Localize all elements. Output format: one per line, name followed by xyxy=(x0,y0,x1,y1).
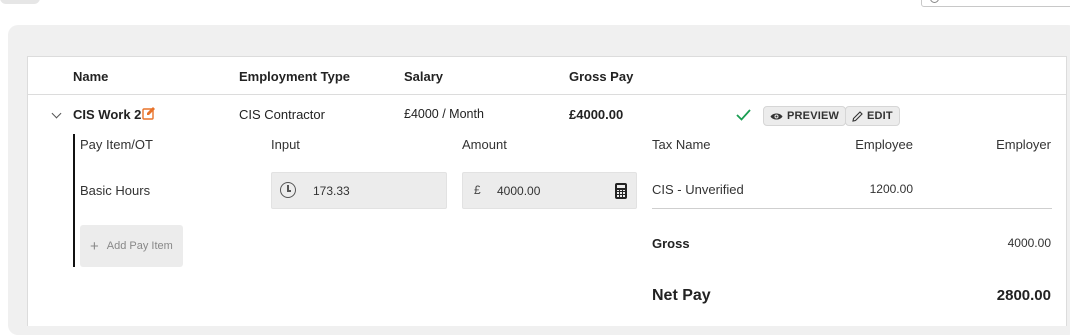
expanded-indicator xyxy=(73,134,75,267)
column-salary: Salary xyxy=(404,69,444,84)
hours-value: 173.33 xyxy=(313,184,350,198)
employee-name[interactable]: CIS Work 2 xyxy=(73,107,141,122)
net-pay-label: Net Pay xyxy=(652,287,711,304)
tax-name-value: CIS - Unverified xyxy=(652,182,744,197)
add-pay-item-label: Add Pay Item xyxy=(106,240,173,252)
pay-item-header: Pay Item/OT xyxy=(80,137,153,152)
edit-label: EDIT xyxy=(867,110,893,122)
calculator-icon[interactable] xyxy=(615,183,627,199)
top-left-control xyxy=(0,0,40,4)
column-name: Name xyxy=(73,69,109,84)
column-gross-pay: Gross Pay xyxy=(569,69,634,84)
currency-symbol: £ xyxy=(474,183,481,197)
net-pay-value: 2800.00 xyxy=(996,287,1051,304)
amount-header: Amount xyxy=(462,137,507,152)
employment-type-value: CIS Contractor xyxy=(239,107,325,122)
preview-button[interactable]: PREVIEW xyxy=(763,106,847,126)
gross-value: 4000.00 xyxy=(1007,236,1051,250)
plus-icon: + xyxy=(90,237,99,255)
add-pay-item-button[interactable]: + Add Pay Item xyxy=(80,225,183,267)
eye-icon xyxy=(770,113,783,119)
amount-input[interactable]: £ 4000.00 xyxy=(462,172,637,209)
column-employment-type: Employment Type xyxy=(239,69,351,84)
preview-label: PREVIEW xyxy=(787,110,840,122)
search-icon xyxy=(930,0,939,3)
employee-tax-value: 1200.00 xyxy=(869,182,913,196)
gross-pay-value: £4000.00 xyxy=(569,107,624,122)
edit-icon xyxy=(852,110,863,122)
salary-value: £4000 / Month xyxy=(404,107,484,121)
chevron-down-icon[interactable] xyxy=(51,108,62,119)
hours-input[interactable]: 173.33 xyxy=(271,172,447,209)
employer-header: Employer xyxy=(996,137,1051,152)
pencil-icon[interactable] xyxy=(142,106,156,120)
employee-table: Name Employment Type Salary Gross Pay CI… xyxy=(27,56,1067,326)
edit-button[interactable]: EDIT xyxy=(845,106,900,126)
pay-item-name: Basic Hours xyxy=(80,183,151,198)
clock-icon xyxy=(280,182,296,198)
table-header: Name Employment Type Salary Gross Pay xyxy=(28,57,1066,95)
input-header: Input xyxy=(271,137,300,152)
search-input[interactable] xyxy=(921,0,1070,7)
tax-name-header: Tax Name xyxy=(652,137,711,152)
check-icon xyxy=(736,109,751,121)
amount-value: 4000.00 xyxy=(497,184,541,198)
gross-label: Gross xyxy=(652,236,690,251)
tax-divider xyxy=(652,208,1052,209)
employee-header: Employee xyxy=(855,137,913,152)
